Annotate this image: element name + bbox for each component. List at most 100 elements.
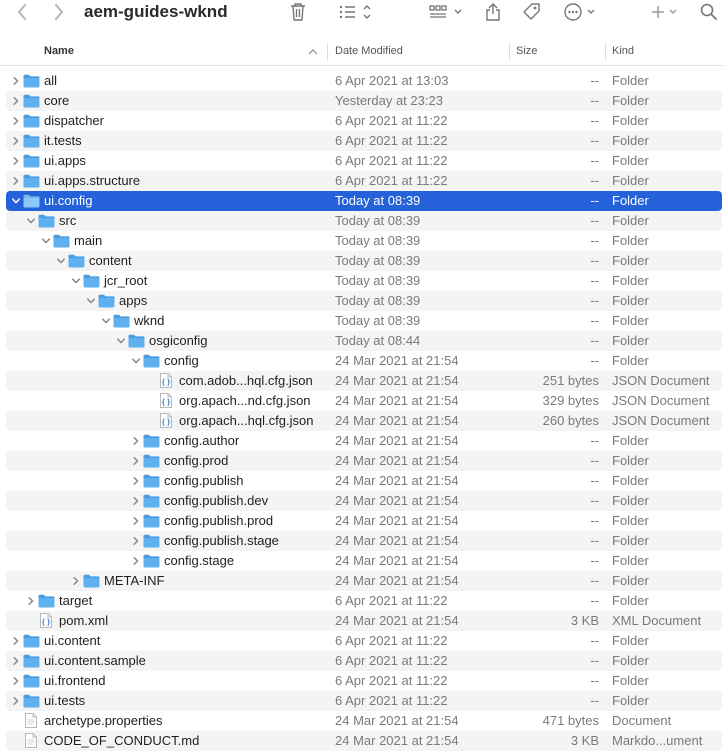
chevron-right-icon[interactable] (132, 497, 140, 505)
file-row-ui-frontend[interactable]: ui.frontend 6 Apr 2021 at 11:22 -- Folder (6, 671, 722, 691)
file-row-config-publish-dev[interactable]: config.publish.dev 24 Mar 2021 at 21:54 --… (6, 491, 722, 511)
chevron-down-icon[interactable] (102, 317, 110, 325)
chevron-right-icon[interactable] (132, 557, 140, 565)
back-icon[interactable] (16, 0, 28, 24)
chevron-down-icon[interactable] (27, 217, 35, 225)
sort-ascending-icon[interactable] (308, 38, 318, 65)
kind-column-header[interactable]: Kind (612, 38, 634, 65)
chevron-right-icon[interactable] (132, 457, 140, 465)
chevron-right-icon[interactable] (12, 157, 20, 165)
forward-icon[interactable] (53, 0, 65, 24)
file-row-dispatcher[interactable]: dispatcher 6 Apr 2021 at 11:22 -- Folder (6, 111, 722, 131)
add-icon[interactable] (650, 0, 680, 24)
file-row-org-apach-hql-cfg-json[interactable]: org.apach...hql.cfg.json 24 Mar 2021 at 2… (6, 411, 722, 431)
chevron-right-icon[interactable] (12, 77, 20, 85)
file-row-ui-tests[interactable]: ui.tests 6 Apr 2021 at 11:22 -- Folder (6, 691, 722, 711)
file-row-osgiconfig[interactable]: osgiconfig Today at 08:44 -- Folder (6, 331, 722, 351)
file-row-apps[interactable]: apps Today at 08:39 -- Folder (6, 291, 722, 311)
folder-icon (143, 494, 160, 508)
chevron-down-icon[interactable] (72, 277, 80, 285)
search-icon[interactable] (699, 0, 719, 24)
file-row-wknd[interactable]: wknd Today at 08:39 -- Folder (6, 311, 722, 331)
file-row-config-prod[interactable]: config.prod 24 Mar 2021 at 21:54 -- Folder (6, 451, 722, 471)
file-row-src[interactable]: src Today at 08:39 -- Folder (6, 211, 722, 231)
chevron-right-icon[interactable] (12, 97, 20, 105)
chevron-down-icon[interactable] (12, 197, 20, 205)
list-view-icon[interactable] (338, 0, 376, 24)
chevron-down-icon[interactable] (87, 297, 95, 305)
file-kind: Folder (612, 673, 649, 688)
folder-icon (143, 514, 160, 528)
chevron-right-icon[interactable] (12, 677, 20, 685)
file-row-code-of-conduct-md[interactable]: CODE_OF_CONDUCT.md 24 Mar 2021 at 21:54 3 … (6, 731, 722, 751)
file-kind: Folder (612, 133, 649, 148)
file-row-main[interactable]: main Today at 08:39 -- Folder (6, 231, 722, 251)
chevron-right-icon[interactable] (12, 697, 20, 705)
file-row-ui-apps-structure[interactable]: ui.apps.structure 6 Apr 2021 at 11:22 -- Fo… (6, 171, 722, 191)
file-row-it-tests[interactable]: it.tests 6 Apr 2021 at 11:22 -- Folder (6, 131, 722, 151)
file-row-archetype-properties[interactable]: archetype.properties 24 Mar 2021 at 21:54… (6, 711, 722, 731)
file-name: config.prod (164, 453, 229, 468)
file-row-config-author[interactable]: config.author 24 Mar 2021 at 21:54 -- Folde… (6, 431, 722, 451)
file-row-config-publish[interactable]: config.publish 24 Mar 2021 at 21:54 -- Fold… (6, 471, 722, 491)
file-row-meta-inf[interactable]: META-INF 24 Mar 2021 at 21:54 -- Folder (6, 571, 722, 591)
chevron-down-icon[interactable] (132, 357, 140, 365)
file-row-config-stage[interactable]: config.stage 24 Mar 2021 at 21:54 -- Folder (6, 551, 722, 571)
folder-icon (23, 114, 40, 128)
date-modified-column-header[interactable]: Date Modified (335, 38, 403, 65)
file-row-config-publish-stage[interactable]: config.publish.stage 24 Mar 2021 at 21:54… (6, 531, 722, 551)
size-column-header[interactable]: Size (516, 38, 537, 65)
date-modified: 6 Apr 2021 at 11:22 (335, 133, 448, 148)
file-row-ui-apps[interactable]: ui.apps 6 Apr 2021 at 11:22 -- Folder (6, 151, 722, 171)
chevron-right-icon[interactable] (12, 637, 20, 645)
file-name: META-INF (104, 573, 165, 588)
file-kind: Folder (612, 573, 649, 588)
chevron-right-icon[interactable] (132, 517, 140, 525)
name-column-header[interactable]: Name (44, 38, 74, 65)
folder-icon (23, 694, 40, 708)
file-kind: Folder (612, 233, 649, 248)
file-row-config[interactable]: config 24 Mar 2021 at 21:54 -- Folder (6, 351, 722, 371)
chevron-down-icon[interactable] (57, 257, 65, 265)
chevron-right-icon[interactable] (132, 477, 140, 485)
file-size: -- (590, 193, 599, 208)
chevron-right-icon[interactable] (12, 177, 20, 185)
folder-icon (23, 154, 40, 168)
file-kind: Folder (612, 333, 649, 348)
chevron-down-icon[interactable] (42, 237, 50, 245)
file-name: ui.apps (44, 153, 86, 168)
chevron-right-icon[interactable] (12, 657, 20, 665)
file-size: -- (590, 693, 599, 708)
file-row-org-apach-nd-cfg-json[interactable]: org.apach...nd.cfg.json 24 Mar 2021 at 21… (6, 391, 722, 411)
chevron-right-icon[interactable] (12, 117, 20, 125)
file-row-content[interactable]: content Today at 08:39 -- Folder (6, 251, 722, 271)
chevron-down-icon[interactable] (117, 337, 125, 345)
document-icon (25, 713, 37, 728)
file-row-ui-config[interactable]: ui.config Today at 08:39 -- Folder (6, 191, 722, 211)
chevron-right-icon[interactable] (132, 437, 140, 445)
file-row-ui-content[interactable]: ui.content 6 Apr 2021 at 11:22 -- Folder (6, 631, 722, 651)
file-size: 251 bytes (542, 373, 599, 388)
chevron-right-icon[interactable] (27, 597, 35, 605)
file-size: -- (590, 253, 599, 268)
share-icon[interactable] (484, 0, 502, 24)
file-name: wknd (134, 313, 165, 328)
file-row-config-publish-prod[interactable]: config.publish.prod 24 Mar 2021 at 21:54 -… (6, 511, 722, 531)
file-row-jcr-root[interactable]: jcr_root Today at 08:39 -- Folder (6, 271, 722, 291)
file-row-core[interactable]: core Yesterday at 23:23 -- Folder (6, 91, 722, 111)
chevron-right-icon[interactable] (12, 137, 20, 145)
trash-icon[interactable] (289, 0, 307, 24)
file-row-pom-xml[interactable]: pom.xml 24 Mar 2021 at 21:54 3 KB XML Docum… (6, 611, 722, 631)
file-row-target[interactable]: target 6 Apr 2021 at 11:22 -- Folder (6, 591, 722, 611)
chevron-right-icon[interactable] (72, 577, 80, 585)
file-size: -- (590, 553, 599, 568)
chevron-right-icon[interactable] (132, 537, 140, 545)
folder-icon (38, 214, 55, 228)
more-icon[interactable] (563, 0, 599, 24)
tag-icon[interactable] (521, 0, 541, 24)
file-row-all[interactable]: all 6 Apr 2021 at 13:03 -- Folder (6, 71, 722, 91)
file-name: pom.xml (59, 613, 109, 628)
group-icon[interactable] (428, 0, 466, 24)
file-row-com-adob-hql-cfg-json[interactable]: com.adob...hql.cfg.json 24 Mar 2021 at 21… (6, 371, 722, 391)
file-row-ui-content-sample[interactable]: ui.content.sample 6 Apr 2021 at 11:22 -- Fo… (6, 651, 722, 671)
